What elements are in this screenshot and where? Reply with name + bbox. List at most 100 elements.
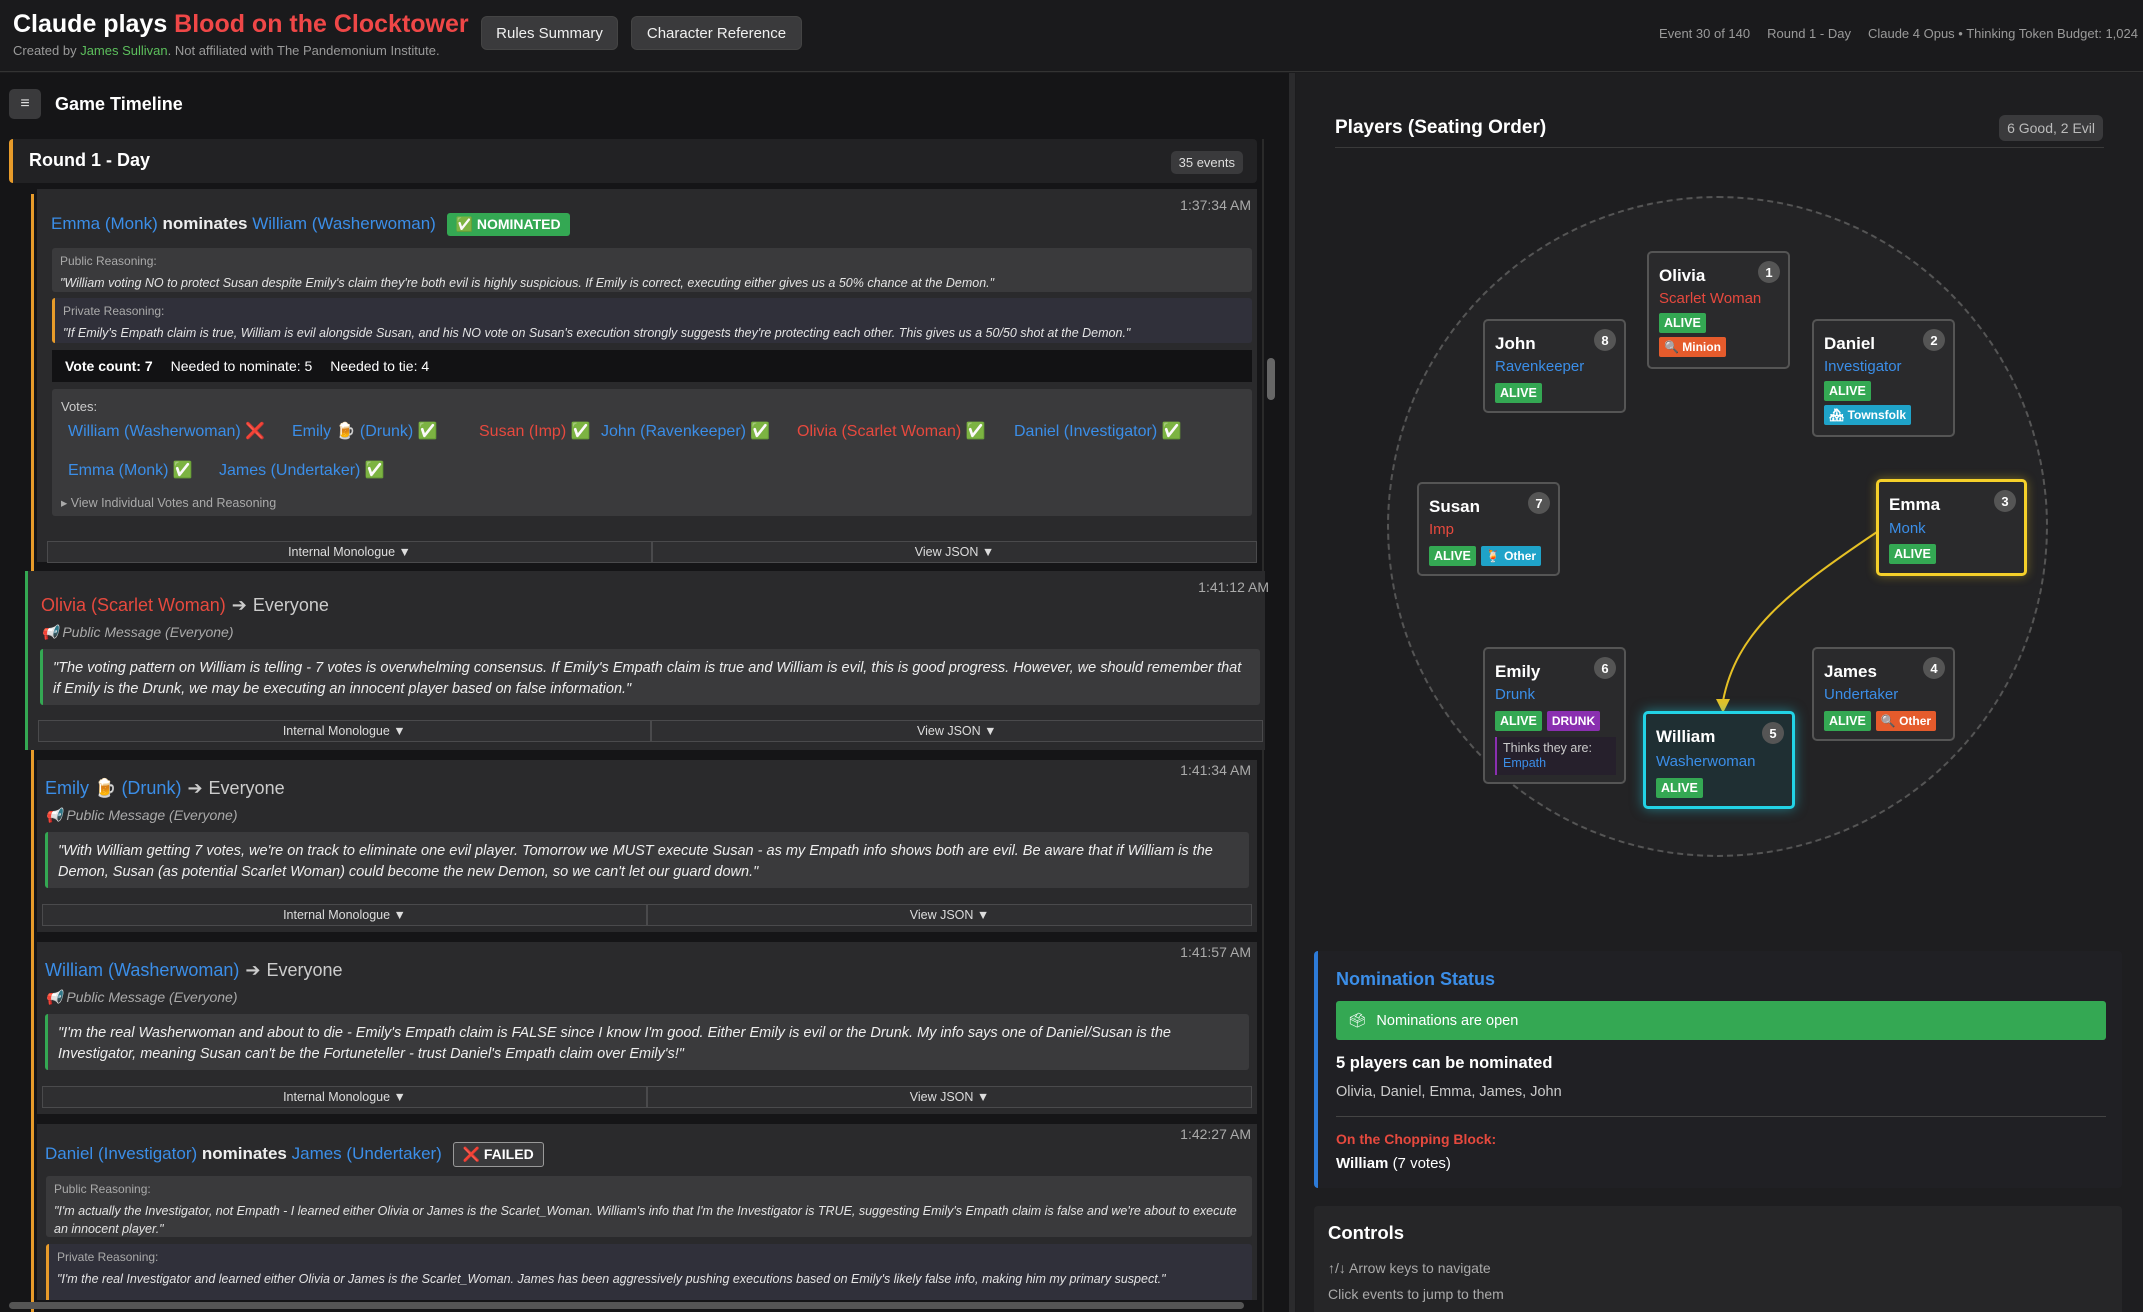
player-name: James	[1824, 662, 1877, 681]
player-card-james[interactable]: James 4 Undertaker ALIVE 🔍 Other	[1812, 647, 1955, 741]
player-card-emma[interactable]: Emma 3 Monk ALIVE	[1876, 479, 2027, 576]
vote-item[interactable]: Emma (Monk) ✅	[68, 460, 193, 480]
panel-divider[interactable]	[1289, 73, 1295, 1312]
player-card-daniel[interactable]: Daniel 2 Investigator ALIVE 🏘 Townsfolk	[1812, 319, 1955, 437]
player-role: Imp	[1429, 521, 1455, 538]
alive-badge: ALIVE	[1495, 383, 1542, 403]
nomination-divider	[1336, 1116, 2106, 1117]
event-message-emily[interactable]: 1:41:34 AM Emily 🍺 (Drunk) ➔ Everyone 📢 Pu…	[37, 760, 1257, 932]
nominator-name[interactable]: Emma	[51, 214, 100, 233]
view-json-button[interactable]: View JSON ▼	[652, 541, 1257, 563]
round-line	[31, 194, 34, 1312]
player-name: Emma	[1889, 495, 1941, 514]
message-quote: "With William getting 7 votes, we're on …	[45, 832, 1249, 888]
character-reference-button[interactable]: Character Reference	[631, 16, 802, 50]
timeline-panel: ≡ Game Timeline Round 1 - Day 35 events …	[0, 73, 1290, 1312]
nominee-name[interactable]: William	[252, 214, 307, 233]
vote-item[interactable]: Olivia (Scarlet Woman) ✅	[797, 421, 986, 441]
player-card-susan[interactable]: Susan 7 Imp ALIVE 🍹 Other	[1417, 482, 1560, 576]
vote-item[interactable]: Susan (Imp) ✅	[479, 421, 591, 441]
speaker-role: (Washerwoman)	[108, 960, 240, 980]
player-name: Susan	[1429, 497, 1481, 516]
event-message-william[interactable]: 1:41:57 AM William (Washerwoman) ➔ Everyon…	[37, 942, 1257, 1114]
speaker-name[interactable]: Emily 🍺	[45, 778, 116, 798]
event-actions: Internal Monologue ▼ View JSON ▼	[47, 541, 1257, 563]
player-badges: ALIVE	[1656, 778, 1703, 798]
nominee-role: (Washerwoman)	[311, 214, 436, 233]
arrow-icon: ➔	[245, 960, 261, 980]
seat-number: 5	[1762, 722, 1784, 744]
message-type: 📢 Public Message (Everyone)	[45, 989, 238, 1005]
alive-badge: ALIVE	[1824, 711, 1871, 731]
event-nomination-daniel[interactable]: 1:42:27 AM Daniel (Investigator) nominat…	[37, 1124, 1257, 1300]
votes-box: Votes: William (Washerwoman) ❌ Emily 🍺 (…	[52, 389, 1252, 516]
view-individual-votes-toggle[interactable]: ▸ View Individual Votes and Reasoning	[61, 495, 276, 510]
other-badge: 🍹 Other	[1480, 546, 1542, 566]
nominates-verb: nominates	[197, 1144, 292, 1163]
nominatable-count: 5 players can be nominated	[1336, 1054, 1553, 1072]
speaker-role: (Scarlet Woman)	[91, 595, 226, 615]
nominee-name[interactable]: James	[292, 1144, 342, 1163]
player-role: Investigator	[1824, 358, 1902, 375]
event-actions: Internal Monologue ▼ View JSON ▼	[38, 720, 1263, 742]
nominee-role: (Undertaker)	[346, 1144, 442, 1163]
menu-icon[interactable]: ≡	[9, 89, 41, 119]
view-json-button[interactable]: View JSON ▼	[650, 720, 1263, 742]
horizontal-scrollbar[interactable]	[9, 1302, 1244, 1309]
private-reasoning: Private Reasoning: "I'm the real Investi…	[46, 1244, 1252, 1300]
arrow-icon: ➔	[187, 778, 203, 798]
public-reasoning: Public Reasoning: "William voting NO to …	[52, 248, 1252, 292]
thinks-label: Thinks they are:	[1503, 741, 1592, 755]
event-headline: Emily 🍺 (Drunk) ➔ Everyone	[45, 778, 285, 799]
author-link[interactable]: James Sullivan	[80, 43, 167, 58]
player-badges: ALIVE 🔍 Other	[1824, 711, 1937, 731]
view-json-button[interactable]: View JSON ▼	[647, 1086, 1252, 1108]
player-card-william[interactable]: William 5 Washerwoman ALIVE	[1643, 711, 1795, 809]
seat-number: 7	[1528, 492, 1550, 514]
players-title: Players (Seating Order)	[1335, 117, 1547, 138]
players-panel: Players (Seating Order) 6 Good, 2 Evil O…	[1296, 73, 2143, 1312]
nominator-name[interactable]: Daniel	[45, 1144, 93, 1163]
round-header[interactable]: Round 1 - Day 35 events	[9, 139, 1257, 183]
player-role: Undertaker	[1824, 686, 1899, 703]
private-reasoning-title: Private Reasoning:	[57, 1250, 159, 1264]
alive-badge: ALIVE	[1824, 381, 1871, 401]
event-message-olivia[interactable]: 1:41:12 AM Olivia (Scarlet Woman) ➔ Everyo…	[25, 571, 1269, 750]
vote-item[interactable]: James (Undertaker) ✅	[219, 460, 385, 480]
message-quote: "The voting pattern on William is tellin…	[40, 649, 1260, 705]
brand: Claude plays Blood on the Clocktower Cre…	[13, 10, 469, 58]
speaker-name[interactable]: Olivia	[41, 595, 86, 615]
vote-item[interactable]: John (Ravenkeeper) ✅	[601, 421, 770, 441]
internal-monologue-button[interactable]: Internal Monologue ▼	[47, 541, 652, 563]
internal-monologue-button[interactable]: Internal Monologue ▼	[42, 1086, 647, 1108]
internal-monologue-button[interactable]: Internal Monologue ▼	[42, 904, 647, 926]
player-role: Monk	[1889, 520, 1926, 537]
message-type: 📢 Public Message (Everyone)	[41, 624, 234, 640]
event-time: 1:41:34 AM	[1180, 762, 1251, 778]
event-nomination-emma[interactable]: 1:37:34 AM Emma (Monk) nominates William…	[37, 189, 1257, 562]
speaker-name[interactable]: William	[45, 960, 103, 980]
view-json-button[interactable]: View JSON ▼	[647, 904, 1252, 926]
vertical-scrollbar[interactable]	[1267, 358, 1275, 400]
internal-monologue-button[interactable]: Internal Monologue ▼	[38, 720, 651, 742]
nominates-verb: nominates	[157, 214, 253, 233]
vote-count: Vote count: 7	[65, 358, 153, 374]
player-card-olivia[interactable]: Olivia 1 Scarlet Woman ALIVE 🔍 Minion	[1647, 251, 1790, 369]
nominator-role: (Investigator)	[97, 1144, 198, 1163]
player-card-john[interactable]: John 8 Ravenkeeper ALIVE	[1483, 319, 1626, 413]
seat-number: 6	[1594, 657, 1616, 679]
public-reasoning-title: Public Reasoning:	[60, 254, 157, 268]
vote-item[interactable]: Daniel (Investigator) ✅	[1014, 421, 1182, 441]
message-target: Everyone	[208, 778, 285, 798]
other-badge: 🔍 Other	[1875, 711, 1937, 731]
player-name: William	[1656, 727, 1716, 746]
vote-item[interactable]: Emily 🍺 (Drunk) ✅	[292, 421, 438, 441]
vote-count-bar: Vote count: 7 Needed to nominate: 5 Need…	[52, 350, 1252, 382]
timeline-title: Game Timeline	[55, 93, 183, 114]
player-card-emily[interactable]: Emily 6 Drunk ALIVE DRUNK Thinks they ar…	[1483, 647, 1626, 784]
seat-number: 1	[1758, 261, 1780, 283]
rules-summary-button[interactable]: Rules Summary	[481, 16, 618, 50]
vote-item[interactable]: William (Washerwoman) ❌	[68, 421, 265, 441]
header-meta: Event 30 of 140 Round 1 - Day Claude 4 O…	[1659, 26, 2138, 41]
minion-badge: 🔍 Minion	[1659, 337, 1726, 357]
